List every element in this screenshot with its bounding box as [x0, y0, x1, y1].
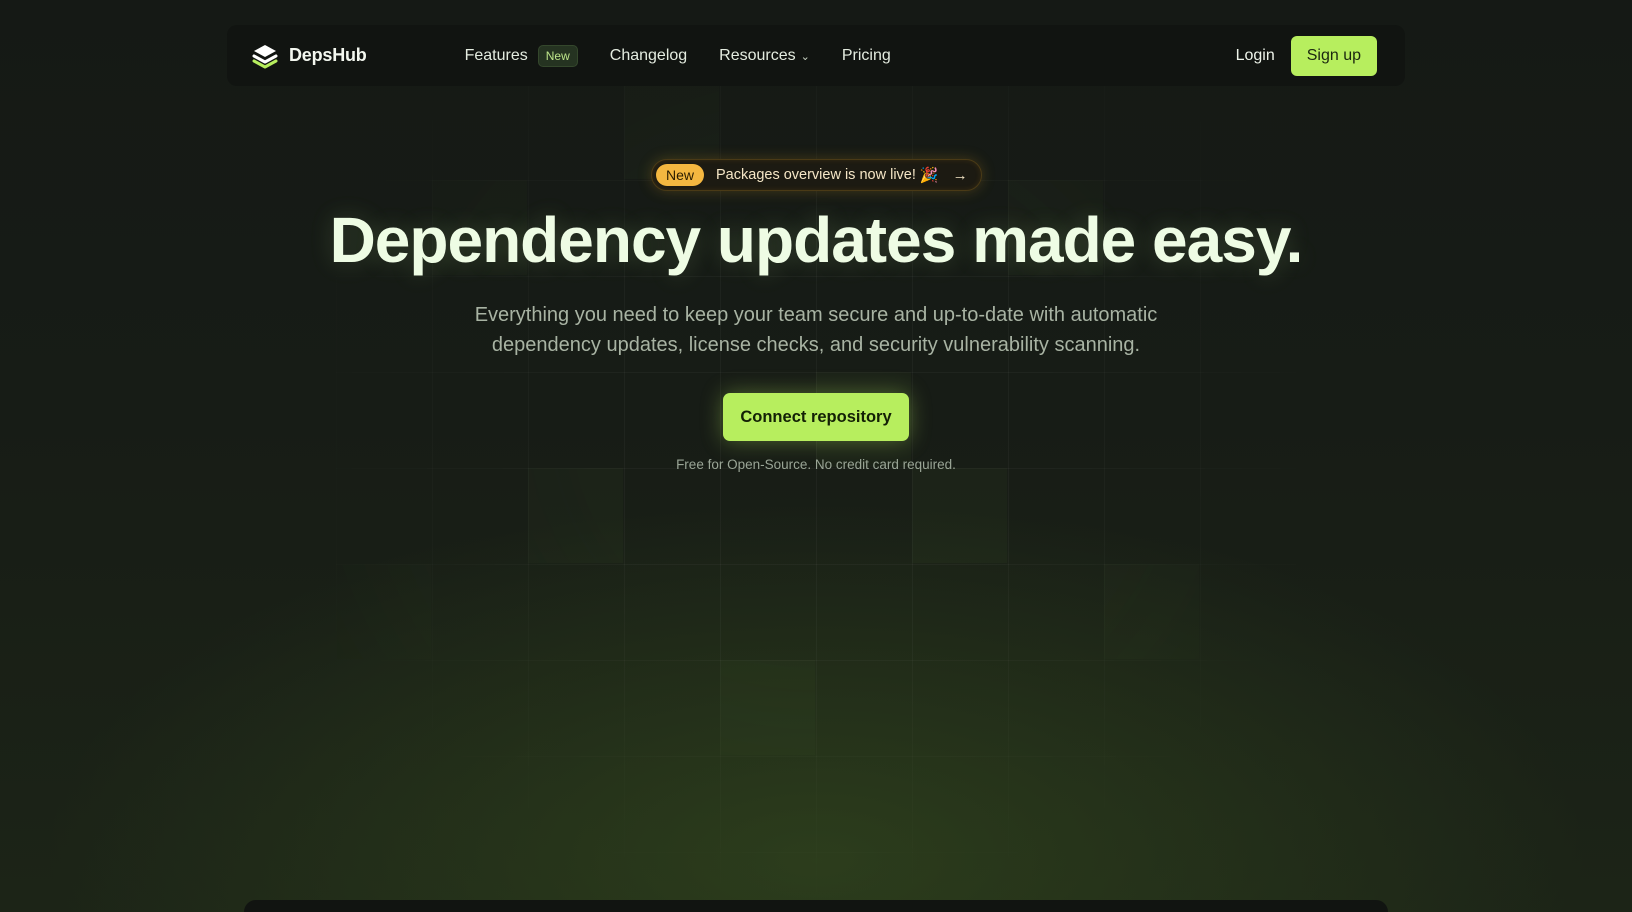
- nav-actions: Login Sign up: [1236, 35, 1377, 76]
- nav-item-label: Changelog: [609, 46, 688, 64]
- announcement-badge: New: [656, 164, 705, 186]
- nav-item-label: Pricing: [841, 46, 891, 64]
- hero-subtitle: Everything you need to keep your team se…: [416, 300, 1216, 360]
- brand-name: DepsHub: [289, 45, 367, 65]
- cta-note: Free for Open-Source. No credit card req…: [676, 457, 956, 472]
- party-popper-icon: 🎉: [919, 167, 939, 184]
- connect-repository-button[interactable]: Connect repository: [723, 393, 909, 441]
- nav-item-label: Features: [464, 46, 528, 64]
- new-badge: New: [537, 44, 578, 67]
- nav-item-pricing[interactable]: Pricing: [842, 47, 891, 65]
- nav-links: Features New Changelog Resources ⌄ Prici…: [464, 44, 923, 67]
- top-navbar: DepsHub Features New Changelog Resources…: [227, 25, 1405, 86]
- signup-button[interactable]: Sign up: [1290, 35, 1377, 76]
- nav-item-changelog[interactable]: Changelog: [610, 47, 687, 65]
- nav-item-label: Resources: [719, 46, 796, 64]
- hero-subtitle-line: Everything you need to keep your team se…: [474, 304, 1158, 326]
- nav-item-resources[interactable]: Resources ⌄: [719, 47, 810, 65]
- stacked-layers-icon: [252, 44, 278, 68]
- arrow-right-icon: →: [952, 166, 968, 184]
- nav-item-features[interactable]: Features New: [464, 44, 578, 67]
- announcement-pill[interactable]: New Packages overview is now live! 🎉 →: [651, 159, 982, 191]
- preview-card-top-edge: [244, 900, 1388, 912]
- login-link[interactable]: Login: [1236, 47, 1275, 65]
- announcement-text: Packages overview is now live!: [716, 167, 916, 183]
- chevron-down-icon: ⌄: [800, 51, 810, 63]
- brand-link[interactable]: DepsHub: [251, 42, 367, 70]
- hero-title: Dependency updates made easy.: [329, 204, 1304, 276]
- hero-subtitle-line: dependency updates, license checks, and …: [491, 334, 1141, 356]
- landing-page: DepsHub Features New Changelog Resources…: [0, 0, 1632, 912]
